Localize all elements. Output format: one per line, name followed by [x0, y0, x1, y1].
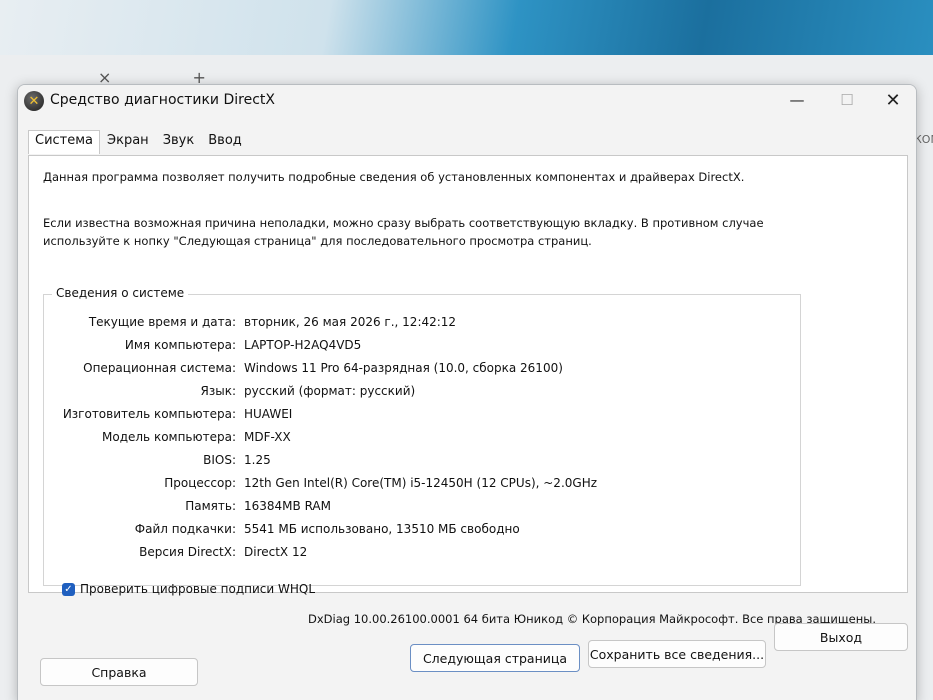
help-button[interactable]: Справка — [40, 658, 198, 686]
minimize-button[interactable]: — — [774, 85, 820, 115]
tab-system[interactable]: Система — [28, 130, 101, 154]
info-row-directx: Версия DirectX: DirectX 12 — [44, 545, 784, 565]
info-value: MDF-XX — [244, 430, 291, 444]
info-value: русский (формат: русский) — [244, 384, 416, 398]
whql-checkbox-row[interactable]: ✓ Проверить цифровые подписи WHQL — [62, 582, 315, 596]
info-value: LAPTOP-H2AQ4VD5 — [244, 338, 362, 352]
tab-input[interactable]: Ввод — [201, 130, 249, 154]
save-all-info-button[interactable]: Сохранить все сведения... — [588, 640, 766, 668]
dxdiag-window: ✕ Средство диагностики DirectX — ☐ ✕ Сис… — [17, 84, 917, 700]
info-label: Операционная система: — [83, 361, 236, 375]
info-label: BIOS: — [203, 453, 236, 467]
tab-bar: Система Экран Звук Ввод — [28, 130, 249, 154]
info-label: Изготовитель компьютера: — [62, 407, 236, 421]
whql-checkbox-label: Проверить цифровые подписи WHQL — [80, 582, 316, 596]
maximize-button[interactable]: ☐ — [824, 85, 870, 115]
info-row-pagefile: Файл подкачки: 5541 МБ использовано, 135… — [44, 522, 784, 542]
info-row-bios: BIOS: 1.25 — [44, 453, 784, 473]
info-row-processor: Процессор: 12th Gen Intel(R) Core(TM) i5… — [44, 476, 784, 496]
info-row-os: Операционная система: Windows 11 Pro 64-… — [44, 361, 784, 381]
close-button[interactable]: ✕ — [870, 85, 916, 115]
info-value: 12th Gen Intel(R) Core(TM) i5-12450H (12… — [244, 476, 598, 490]
exit-button[interactable]: Выход — [774, 623, 908, 651]
info-label: Память: — [185, 499, 236, 513]
info-label: Текущие время и дата: — [88, 315, 236, 329]
info-row-computer-name: Имя компьютера: LAPTOP-H2AQ4VD5 — [44, 338, 784, 358]
intro-text: Данная программа позволяет получить подр… — [43, 170, 745, 184]
tab-content-panel: Данная программа позволяет получить подр… — [28, 155, 908, 593]
hint-text: Если известна возможная причина неполадк… — [43, 216, 764, 248]
info-row-manufacturer: Изготовитель компьютера: HUAWEI — [44, 407, 784, 427]
info-value: Windows 11 Pro 64-разрядная (10.0, сборк… — [244, 361, 563, 375]
info-label: Процессор: — [164, 476, 236, 490]
info-value: 16384MB RAM — [244, 499, 331, 513]
info-value: DirectX 12 — [244, 545, 308, 559]
system-info-group: Сведения о системе Текущие время и дата:… — [43, 286, 801, 586]
window-title: Средство диагностики DirectX — [50, 92, 275, 108]
info-value: HUAWEI — [244, 407, 293, 421]
directx-icon: ✕ — [24, 91, 44, 111]
info-row-memory: Память: 16384MB RAM — [44, 499, 784, 519]
info-value: вторник, 26 мая 2026 г., 12:42:12 — [244, 315, 457, 329]
title-bar[interactable]: ✕ Средство диагностики DirectX — ☐ ✕ — [18, 85, 916, 119]
info-label: Модель компьютера: — [102, 430, 236, 444]
next-page-button[interactable]: Следующая страница — [410, 644, 580, 672]
tab-sound[interactable]: Звук — [156, 130, 202, 154]
info-value: 1.25 — [244, 453, 271, 467]
info-label: Язык: — [200, 384, 236, 398]
whql-checkbox[interactable]: ✓ — [62, 582, 75, 596]
info-row-model: Модель компьютера: MDF-XX — [44, 430, 784, 450]
group-title: Сведения о системе — [52, 286, 189, 300]
info-row-datetime: Текущие время и дата: вторник, 26 мая 20… — [44, 315, 784, 335]
info-row-language: Язык: русский (формат: русский) — [44, 384, 784, 404]
tab-display[interactable]: Экран — [100, 130, 156, 154]
info-value: 5541 МБ использовано, 13510 МБ свободно — [244, 522, 520, 536]
info-label: Имя компьютера: — [124, 338, 236, 352]
info-label: Версия DirectX: — [139, 545, 236, 559]
info-label: Файл подкачки: — [134, 522, 236, 536]
